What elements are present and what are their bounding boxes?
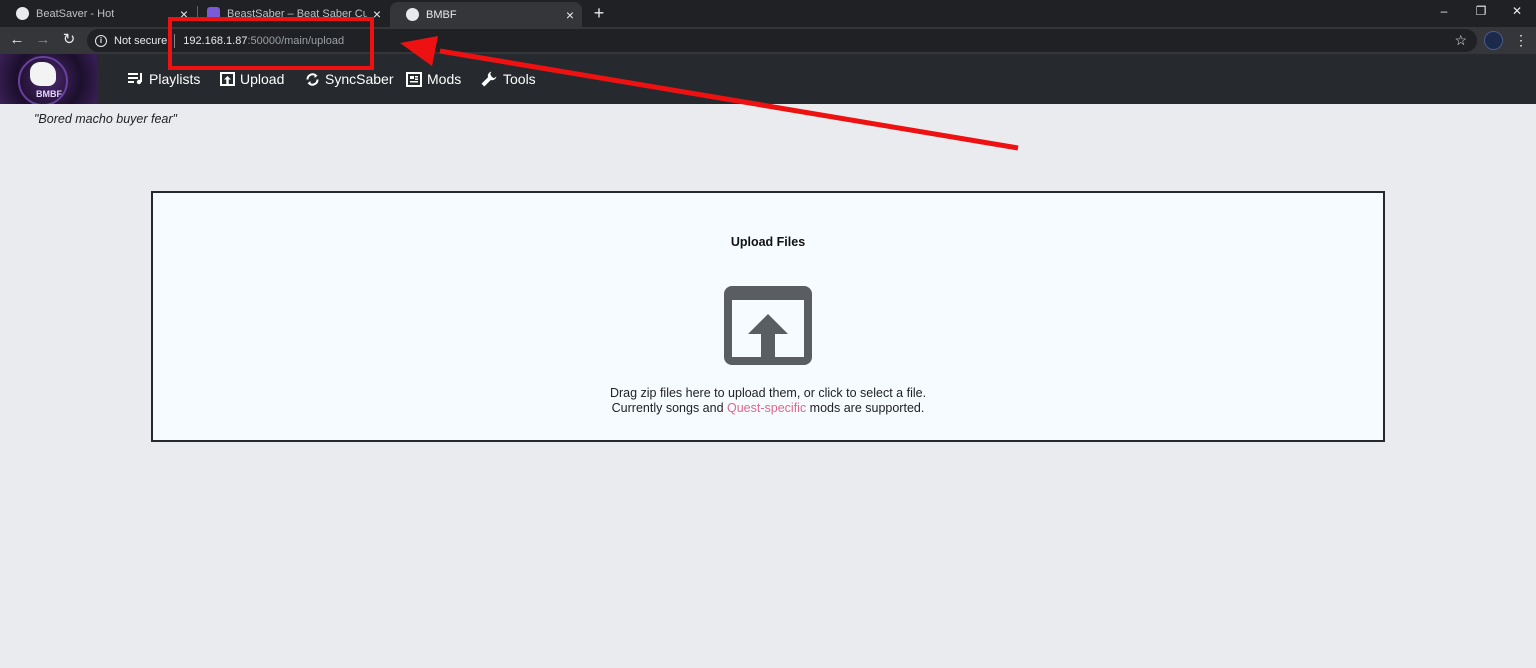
info-icon[interactable]: i — [95, 34, 107, 47]
nav-label: Playlists — [149, 71, 201, 87]
tab-title: BeatSaver - Hot — [36, 7, 115, 20]
tab-title: BMBF — [426, 8, 457, 21]
playlist-icon — [128, 71, 144, 87]
upload-instructions: Drag zip files here to upload them, or c… — [609, 386, 927, 400]
tab-close-icon[interactable]: × — [566, 8, 574, 22]
support-note-suffix: mods are supported. — [806, 401, 925, 415]
forward-button[interactable]: → — [34, 31, 52, 49]
annotation-highlight-box — [168, 17, 374, 70]
profile-avatar[interactable] — [1484, 31, 1503, 50]
globe-icon — [406, 8, 419, 21]
support-note-prefix: Currently songs and — [611, 401, 727, 415]
random-quote: "Bored macho buyer fear" — [34, 112, 177, 126]
sync-icon — [304, 71, 320, 87]
upload-dropzone[interactable]: Upload Files Drag zip files here to uplo… — [151, 191, 1385, 442]
new-tab-button[interactable]: + — [590, 3, 608, 23]
upload-icon[interactable] — [724, 286, 812, 365]
globe-icon — [16, 7, 29, 20]
bookmark-star-icon[interactable]: ☆ — [1454, 32, 1467, 49]
back-button[interactable]: ← — [8, 31, 26, 49]
tab-close-icon[interactable]: × — [373, 7, 381, 21]
wrench-icon — [480, 70, 498, 88]
quest-specific-link[interactable]: Quest-specific — [727, 401, 806, 415]
bmbf-logo[interactable]: BMBF — [0, 54, 97, 104]
logo-text: BMBF — [36, 89, 62, 99]
upload-icon — [219, 71, 235, 87]
tab-bmbf[interactable]: BMBF × — [390, 2, 582, 27]
upload-title: Upload Files — [730, 235, 806, 249]
nav-tools[interactable]: Tools — [480, 54, 536, 104]
nav-label: Upload — [240, 71, 285, 87]
nav-label: SyncSaber — [325, 71, 394, 87]
tab-beatsaver[interactable]: BeatSaver - Hot × — [0, 0, 196, 27]
security-label[interactable]: Not secure — [114, 35, 167, 47]
minimize-button[interactable]: – — [1429, 2, 1459, 20]
window-close-button[interactable]: ✕ — [1502, 2, 1532, 20]
reload-button[interactable]: ↻ — [60, 31, 78, 49]
browser-menu-icon[interactable]: ⋮ — [1514, 31, 1528, 49]
nav-label: Tools — [503, 71, 536, 87]
nav-mods[interactable]: Mods — [406, 54, 461, 104]
mods-icon — [406, 71, 422, 87]
unicorn-icon — [30, 62, 56, 86]
nav-label: Mods — [427, 71, 462, 87]
restore-button[interactable]: ❐ — [1466, 2, 1496, 20]
upload-support-note: Currently songs and Quest-specific mods … — [153, 401, 1383, 415]
